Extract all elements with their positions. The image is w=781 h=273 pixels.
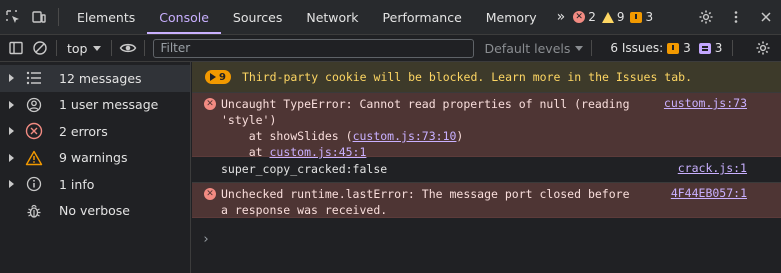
console-messages: 9 Third-party cookie will be blocked. Le… (192, 62, 781, 273)
sidebar-item-errors[interactable]: 2 errors (0, 118, 190, 145)
log-levels-label: Default levels (484, 40, 571, 56)
error-icon: ✕ (204, 188, 216, 200)
expand-arrow-icon[interactable] (0, 180, 22, 189)
tab-elements[interactable]: Elements (65, 0, 147, 34)
stack-frame-text: at showSlides ( (221, 129, 353, 143)
divider (591, 40, 593, 56)
filter-input[interactable]: Filter (153, 38, 475, 58)
sidebar-item-label: 1 info (59, 176, 95, 192)
source-link[interactable]: custom.js:73 (664, 96, 747, 110)
divider (56, 40, 57, 56)
error-count[interactable]: ✕ 2 (573, 10, 596, 24)
console-settings-gear-icon[interactable] (751, 36, 775, 60)
log-levels-dropdown[interactable]: Default levels (484, 40, 584, 56)
warning-icon (22, 150, 46, 166)
expand-arrow-icon[interactable] (0, 74, 22, 83)
info-icon (22, 176, 46, 192)
console-prompt[interactable]: › (202, 232, 210, 247)
sidebar-item-label: 1 user message (59, 97, 159, 113)
issue-banner[interactable]: 9 Third-party cookie will be blocked. Le… (192, 62, 781, 93)
chevron-down-icon (93, 45, 102, 51)
sidebar-item-label: 2 errors (59, 123, 108, 139)
sidebar-item-verbose[interactable]: No verbose (0, 198, 190, 225)
list-icon (22, 71, 46, 85)
sidebar-item-warnings[interactable]: 9 warnings (0, 145, 190, 172)
console-counts[interactable]: ✕ 2 9 3 (571, 0, 657, 34)
stack-frame-text: ) (456, 129, 464, 143)
issues-orange-count: 3 (683, 41, 691, 55)
expand-arrow-icon[interactable] (0, 127, 22, 136)
sidebar-item-label: 9 warnings (59, 150, 128, 166)
tab-console[interactable]: Console (147, 0, 221, 34)
error-icon: ✕ (204, 98, 216, 110)
settings-gear-icon[interactable] (691, 0, 721, 34)
live-expression-eye-icon[interactable] (116, 36, 140, 60)
context-value: top (67, 40, 88, 56)
chevron-down-icon (575, 45, 584, 51)
device-toolbar-icon[interactable] (26, 0, 52, 34)
inspect-element-icon[interactable] (0, 0, 26, 34)
source-link[interactable]: crack.js:1 (678, 161, 747, 175)
info-issue-icon (698, 42, 711, 54)
error-icon (22, 122, 46, 140)
error-text: 'style') (221, 113, 277, 127)
sidebar-toggle-icon[interactable] (4, 36, 28, 60)
expand-arrow-icon[interactable] (0, 100, 22, 109)
issues-blue-count: 3 (714, 41, 723, 55)
issues-button[interactable]: 6 Issues: 3 3 (604, 41, 728, 55)
warning-count-value: 9 (616, 10, 625, 24)
issue-count[interactable]: 3 (630, 10, 653, 24)
sidebar-item-info[interactable]: 1 info (0, 171, 190, 198)
sidebar-item-label: No verbose (59, 203, 130, 219)
issue-icon (667, 42, 680, 54)
sidebar-item-messages[interactable]: 12 messages (0, 65, 190, 92)
devtools-tab-bar: Elements Console Sources Network Perform… (0, 0, 781, 35)
tab-network[interactable]: Network (294, 0, 370, 34)
divider (58, 8, 59, 26)
console-sidebar: 12 messages 1 user message 2 errors 9 wa… (0, 62, 191, 273)
issue-badge-count: 9 (219, 71, 226, 83)
divider (144, 40, 146, 56)
error-message[interactable]: ✕ 4F44EB057:1 Unchecked runtime.lastErro… (192, 183, 781, 218)
stack-link[interactable]: custom.js:73:10 (353, 129, 457, 143)
play-icon (210, 73, 216, 81)
issue-count-value: 3 (645, 10, 654, 24)
issue-count-badge[interactable]: 9 (205, 70, 231, 84)
clear-console-icon[interactable] (28, 36, 52, 60)
issues-label: 6 Issues: (610, 41, 664, 55)
sidebar-item-label: 12 messages (59, 70, 142, 86)
tab-sources[interactable]: Sources (221, 0, 294, 34)
source-link[interactable]: 4F44EB057:1 (671, 186, 747, 200)
error-message[interactable]: ✕ custom.js:73 Uncaught TypeError: Canno… (192, 93, 781, 159)
error-icon: ✕ (573, 11, 586, 23)
warning-icon (601, 11, 614, 23)
console-toolbar: top Filter Default levels 6 Issues: 3 3 (0, 35, 781, 62)
error-text: a response was received. (221, 203, 388, 217)
tab-performance[interactable]: Performance (371, 0, 474, 34)
close-devtools-icon[interactable] (751, 0, 781, 34)
issue-icon (630, 11, 643, 23)
more-options-icon[interactable] (721, 0, 751, 34)
expand-arrow-icon[interactable] (0, 153, 22, 162)
divider (732, 40, 734, 56)
issue-message: Third-party cookie will be blocked. Lear… (241, 70, 693, 84)
stack-frame: at showSlides (custom.js:73:10) (221, 128, 781, 144)
tab-memory[interactable]: Memory (474, 0, 549, 34)
context-selector[interactable]: top (61, 41, 107, 56)
divider (111, 40, 113, 56)
log-message[interactable]: crack.js:1 super_copy_cracked:false (192, 157, 781, 183)
warning-count[interactable]: 9 (601, 10, 625, 24)
bug-icon (22, 203, 46, 219)
error-count-value: 2 (588, 10, 596, 24)
sidebar-item-user-messages[interactable]: 1 user message (0, 92, 190, 119)
user-icon (22, 97, 46, 113)
more-tabs-chevron-icon[interactable]: » (549, 0, 572, 34)
